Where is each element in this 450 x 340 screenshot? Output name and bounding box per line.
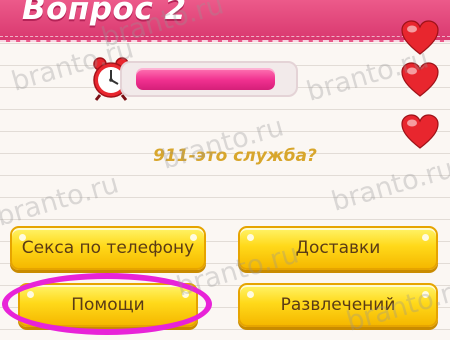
watermark: branto.ru — [158, 111, 288, 176]
answer-button-1[interactable]: Секса по телефону — [10, 226, 206, 270]
question-text: 911-это служба? — [153, 146, 317, 166]
answer-button-3[interactable]: Помощи — [18, 283, 198, 327]
timer-bar — [120, 61, 298, 97]
watermark: branto.ru — [0, 168, 123, 233]
answer-button-2[interactable]: Доставки — [238, 226, 438, 270]
answer-button-4[interactable]: Развлечений — [238, 283, 438, 327]
life-heart-icon — [401, 114, 439, 149]
timer-bar-fill — [136, 68, 275, 90]
header-ribbon: Вопрос 2 — [0, 0, 450, 42]
life-heart-icon — [401, 20, 439, 55]
question-number-title: Вопрос 2 — [22, 0, 187, 27]
life-heart-icon — [401, 62, 439, 97]
